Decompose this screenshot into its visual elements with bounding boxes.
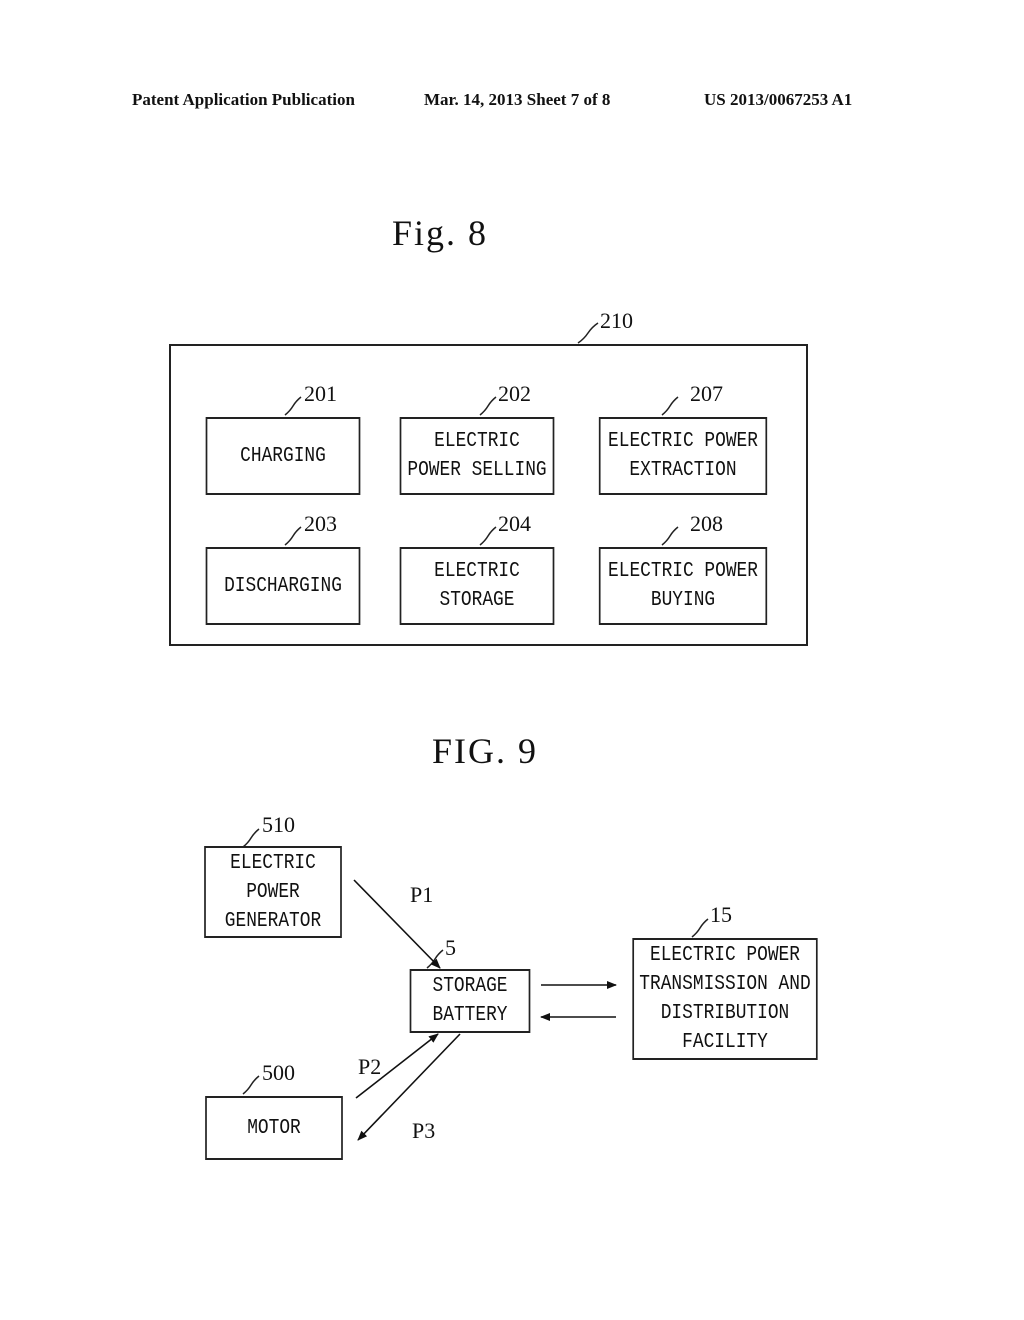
ref-202: 202 <box>498 381 531 406</box>
node-facility: ELECTRIC POWER TRANSMISSION AND DISTRIBU… <box>632 938 818 1060</box>
node-label: ELECTRIC POWER GENERATOR <box>224 851 322 933</box>
ref-207: 207 <box>690 381 723 406</box>
ref-201: 201 <box>304 381 337 406</box>
ref-510: 510 <box>262 812 295 837</box>
block-label: ELECTRIC STORAGE <box>434 560 520 612</box>
leader-208 <box>661 526 679 546</box>
node-storage-battery: STORAGE BATTERY <box>409 969 531 1033</box>
leader-210 <box>577 322 599 344</box>
ref-208: 208 <box>690 511 723 536</box>
ref-15: 15 <box>710 902 732 927</box>
leader-5 <box>426 949 444 969</box>
ref-203: 203 <box>304 511 337 536</box>
edge-label-p3: P3 <box>412 1118 436 1143</box>
ref-210: 210 <box>600 308 633 333</box>
node-generator: ELECTRIC POWER GENERATOR <box>204 846 342 938</box>
block-label: ELECTRIC POWER EXTRACTION <box>608 430 758 482</box>
fig9-title: FIG. 9 <box>432 731 539 771</box>
leader-204 <box>479 526 497 546</box>
leader-15 <box>691 918 709 938</box>
block-label: DISCHARGING <box>224 574 342 598</box>
block-label: CHARGING <box>240 444 326 468</box>
node-label: MOTOR <box>247 1116 301 1140</box>
diagram-lines <box>169 322 808 1141</box>
node-motor: MOTOR <box>205 1096 343 1160</box>
leader-510 <box>242 828 260 848</box>
ref-5: 5 <box>445 935 456 960</box>
edge-label-p1: P1 <box>410 882 434 907</box>
block-charging: CHARGING <box>205 417 361 495</box>
leader-203 <box>284 526 302 546</box>
block-power-selling: ELECTRIC POWER SELLING <box>399 417 555 495</box>
block-label: ELECTRIC POWER SELLING <box>407 430 547 482</box>
block-electric-storage: ELECTRIC STORAGE <box>399 547 555 625</box>
node-label: STORAGE BATTERY <box>432 975 508 1027</box>
leader-500 <box>242 1075 260 1095</box>
block-power-buying: ELECTRIC POWER BUYING <box>598 547 768 625</box>
ref-204: 204 <box>498 511 531 536</box>
block-label: ELECTRIC POWER BUYING <box>608 560 758 612</box>
block-discharging: DISCHARGING <box>205 547 361 625</box>
leader-207 <box>661 396 679 416</box>
leader-201 <box>284 396 302 416</box>
arrow-p3 <box>357 1033 461 1141</box>
edge-label-p2: P2 <box>358 1054 382 1079</box>
block-power-extraction: ELECTRIC POWER EXTRACTION <box>598 417 768 495</box>
ref-500: 500 <box>262 1060 295 1085</box>
node-label: ELECTRIC POWER TRANSMISSION AND DISTRIBU… <box>639 944 811 1054</box>
leader-202 <box>479 396 497 416</box>
